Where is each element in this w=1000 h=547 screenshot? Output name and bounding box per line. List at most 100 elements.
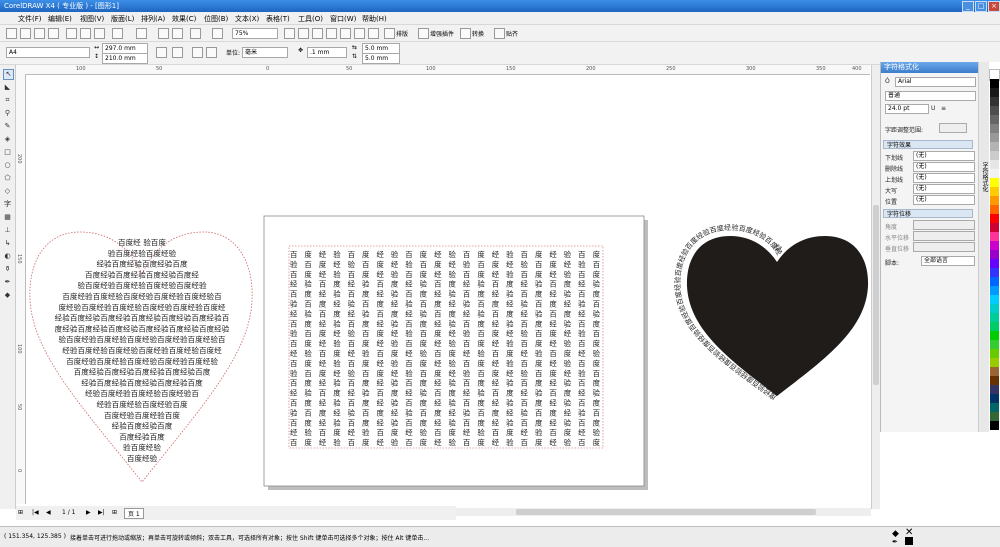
new-icon[interactable] [6,28,17,39]
script-select[interactable]: 全部语言 [921,256,975,266]
print-icon[interactable] [48,28,59,39]
first-page-icon[interactable]: |◀ [32,509,39,516]
horizontal-scroll-thumb[interactable] [516,509,816,515]
heart-text-block[interactable]: 百度经 验百度验百度经验百度经验经验百度经验百度经验百度百度经验百度经验百度经验… [55,237,230,463]
save-icon[interactable] [34,28,45,39]
add-page-end-icon[interactable]: ⊞ [112,509,117,516]
smart-fill-icon[interactable]: ◈ [3,135,12,144]
snap-icon[interactable] [494,28,505,39]
table-tool-icon[interactable]: ▦ [3,213,12,222]
menu-tools[interactable]: 工具(O) [298,14,323,24]
vertical-scroll-thumb[interactable] [873,205,879,385]
horizontal-ruler[interactable]: 100 50 0 50 100 150 200 250 300 350 400 [16,65,870,75]
outline-indicator-icon[interactable]: ✒ [892,538,898,546]
current-page-icon[interactable] [206,47,217,58]
outline-tool-icon[interactable]: ✒ [3,278,12,287]
effects-section-header[interactable]: 字符效果 [883,140,973,149]
polygon-tool-icon[interactable]: ⬠ [3,174,12,183]
align-icon[interactable]: ≡ [941,105,946,112]
open-icon[interactable] [20,28,31,39]
shift-angle-field[interactable] [913,220,975,230]
paper-height-field[interactable]: 210.0 mm [102,53,148,64]
zoom-out-icon[interactable] [298,28,309,39]
import-icon[interactable] [158,28,169,39]
paper-size-select[interactable]: A4 [6,47,90,58]
zoom-height-icon[interactable] [368,28,379,39]
pick-tool-icon[interactable]: ↖ [3,69,14,80]
last-page-icon[interactable]: ▶| [98,509,105,516]
shift-section-header[interactable]: 字符位移 [883,209,973,218]
ellipse-tool-icon[interactable]: ○ [3,161,12,170]
typeset-button[interactable]: 排版 [396,29,408,38]
zoom-tool-icon[interactable]: ⚲ [3,109,12,118]
eyedropper-tool-icon[interactable]: ⚱ [3,265,12,274]
vertical-ruler[interactable]: 200 150 100 50 0 [16,74,26,504]
grid-text-block[interactable]: 百 度 经 验 百 度 经 验 百 度 经 验 百 度 经 验 百 度 经 验 … [290,250,601,447]
page-tab[interactable]: 页 1 [124,508,144,519]
export-icon[interactable] [172,28,183,39]
convert-button[interactable]: 转换 [472,29,484,38]
drawing-canvas[interactable]: 百度经 验百度 验百度经验百度经验 经验百度经验百度经验百度 百度经验百度经验百度经验… [26,75,871,505]
menu-edit[interactable]: 编辑(E) [48,14,72,24]
effect-value-select[interactable]: (无) [913,184,975,194]
dimension-tool-icon[interactable]: ⊥ [3,226,12,235]
shift-h-field[interactable] [913,231,975,241]
prev-page-icon[interactable]: ◀ [46,509,51,516]
basic-shapes-icon[interactable]: ◇ [3,187,12,196]
add-page-icon[interactable]: ⊞ [18,509,23,516]
undo-icon[interactable] [112,28,123,39]
snap-button[interactable]: 贴齐 [506,29,518,38]
enhance-plugin-button[interactable]: 增强插件 [430,29,454,38]
zoom-page-icon[interactable] [340,28,351,39]
crop-tool-icon[interactable]: ⌗ [3,96,12,105]
docker-tab-character[interactable]: 字符格式化 [980,162,989,192]
zoom-in-icon[interactable] [284,28,295,39]
zoom-all-icon[interactable] [326,28,337,39]
landscape-icon[interactable] [172,47,183,58]
units-select[interactable]: 毫米 [242,47,288,58]
font-style-select[interactable]: 普通 [885,91,976,101]
cut-icon[interactable] [66,28,77,39]
menu-layout[interactable]: 版面(L) [111,14,134,24]
canvas-svg[interactable]: 百度经 验百度验百度经验百度经验经验百度经验百度经验百度百度经验百度经验百度经验… [26,75,871,505]
rectangle-tool-icon[interactable]: □ [3,148,12,157]
menu-view[interactable]: 视图(V) [80,14,104,24]
text-tool-icon[interactable]: 字 [3,200,12,209]
menu-help[interactable]: 帮助(H) [362,14,387,24]
font-size-field[interactable]: 24.0 pt [885,104,929,114]
redo-icon[interactable] [136,28,147,39]
typeset-icon[interactable] [384,28,395,39]
effect-value-select[interactable]: (无) [913,195,975,205]
shift-v-field[interactable] [913,242,975,252]
maximize-button[interactable]: □ [975,1,987,12]
effect-value-select[interactable]: (无) [913,173,975,183]
outline-color-swatch[interactable] [905,537,913,545]
black-heart-shape[interactable] [686,236,869,396]
fill-tool-icon[interactable]: ◆ [3,291,12,300]
kerning-field[interactable] [939,123,967,133]
shape-tool-icon[interactable]: ◣ [3,83,12,92]
enhance-plugin-icon[interactable] [418,28,429,39]
nudge-field[interactable]: .1 mm [307,47,347,58]
convert-icon[interactable] [460,28,471,39]
menu-window[interactable]: 窗口(W) [330,14,356,24]
paste-icon[interactable] [94,28,105,39]
freehand-tool-icon[interactable]: ✎ [3,122,12,131]
menu-text[interactable]: 文本(X) [235,14,259,24]
next-page-icon[interactable]: ▶ [86,509,91,516]
portrait-icon[interactable] [156,47,167,58]
all-pages-icon[interactable] [192,47,203,58]
font-select[interactable]: Arial [895,77,976,87]
menu-effects[interactable]: 效果(C) [172,14,196,24]
blend-tool-icon[interactable]: ◐ [3,252,12,261]
zoom-selected-icon[interactable] [312,28,323,39]
horizontal-scrollbar[interactable] [456,508,871,516]
connector-tool-icon[interactable]: ↳ [3,239,12,248]
effect-value-select[interactable]: (无) [913,151,975,161]
copy-icon[interactable] [80,28,91,39]
color-swatch[interactable] [990,421,999,431]
welcome-icon[interactable] [212,28,223,39]
duplicate-y-field[interactable]: 5.0 mm [362,53,400,64]
zoom-width-icon[interactable] [354,28,365,39]
zoom-level-field[interactable]: 75% [232,28,278,39]
